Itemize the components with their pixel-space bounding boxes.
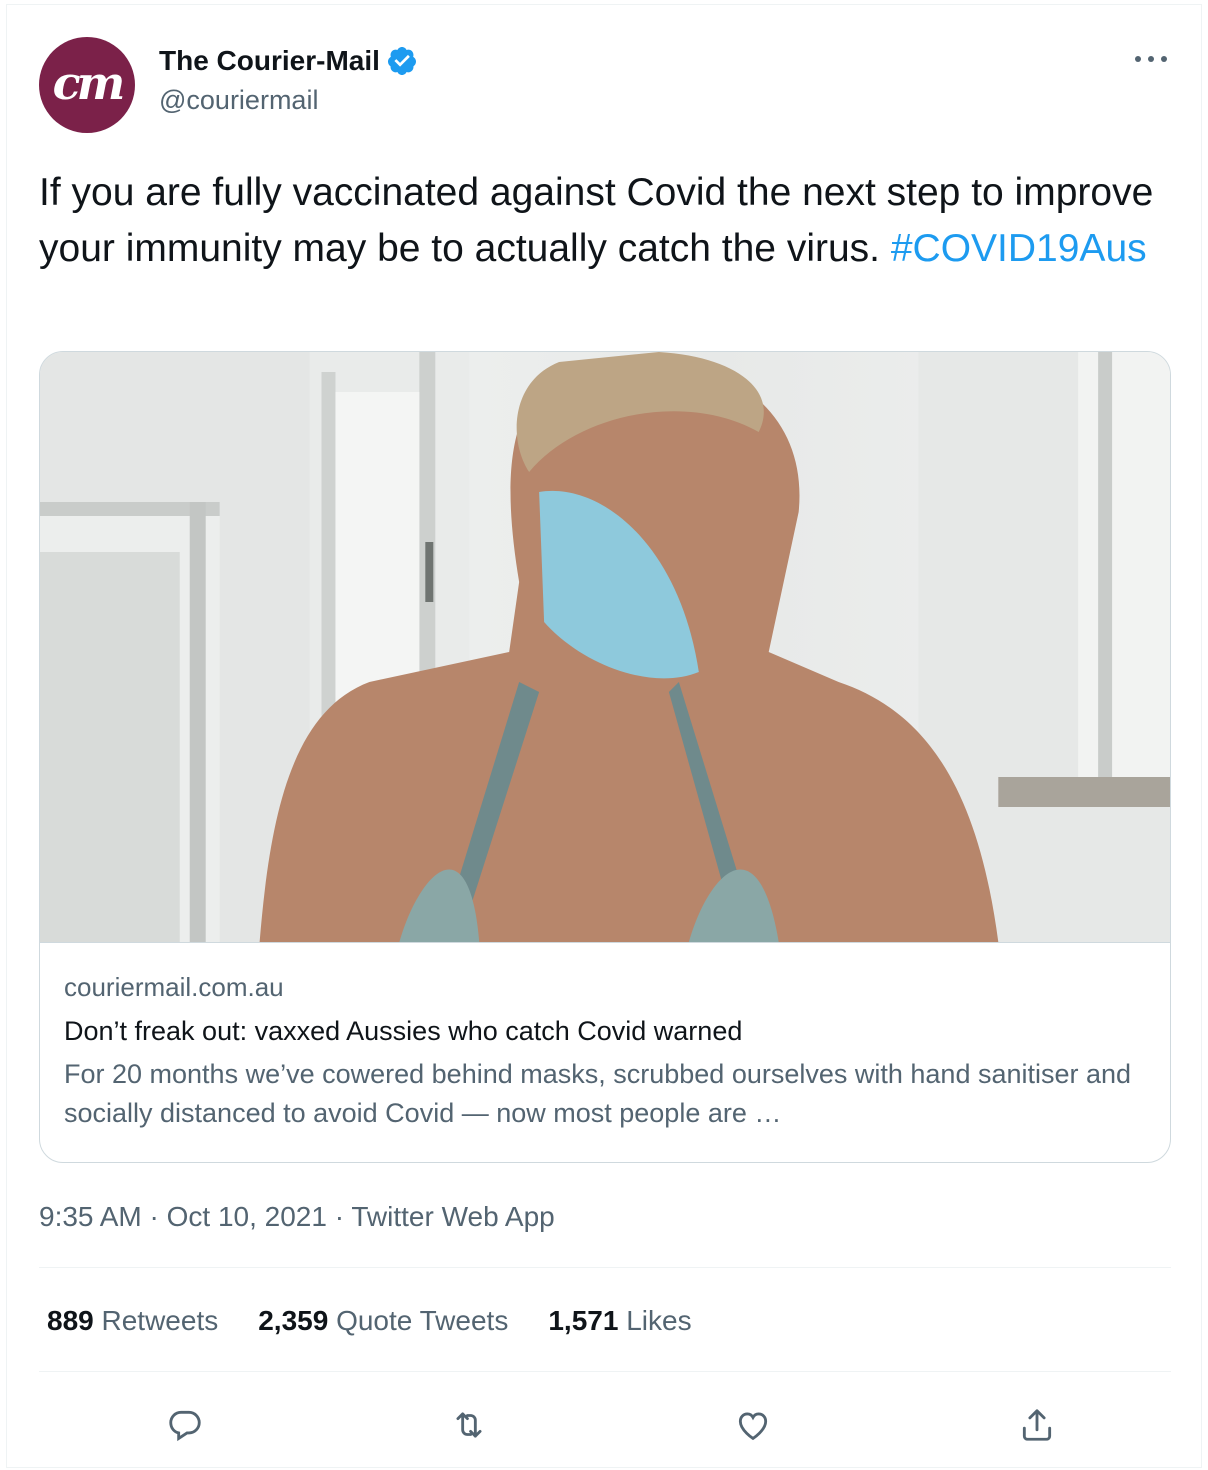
card-title: Don’t freak out: vaxxed Aussies who catc…	[64, 1016, 743, 1046]
like-button[interactable]	[731, 1403, 775, 1447]
action-bar	[39, 1403, 1171, 1453]
tweet-source[interactable]: Twitter Web App	[351, 1201, 554, 1232]
retweets-count: 889	[47, 1305, 94, 1336]
display-name[interactable]: The Courier-Mail	[159, 45, 380, 77]
card-description: For 20 months we’ve cowered behind masks…	[64, 1059, 1132, 1128]
card-domain: couriermail.com.au	[64, 972, 284, 1002]
retweets-label: Retweets	[101, 1305, 219, 1336]
hashtag-link[interactable]: #COVID19Aus	[891, 227, 1147, 270]
more-icon[interactable]	[1131, 45, 1171, 73]
quotes-count: 2,359	[258, 1305, 329, 1336]
quote-tweets-stat[interactable]: 2,359 Quote Tweets	[258, 1303, 508, 1339]
card-image[interactable]	[40, 352, 1170, 942]
likes-count: 1,571	[548, 1305, 619, 1336]
more-dot	[1161, 56, 1167, 62]
reply-button[interactable]	[163, 1403, 207, 1447]
share-icon	[1022, 1409, 1052, 1441]
share-button[interactable]	[1015, 1403, 1059, 1447]
retweet-icon	[456, 1412, 482, 1438]
avatar[interactable]: cm	[39, 37, 135, 133]
tweet-container: cm The Courier-Mail @couriermail If you …	[6, 4, 1202, 1468]
verified-badge-icon	[386, 45, 418, 77]
divider	[39, 1267, 1171, 1268]
likes-label: Likes	[626, 1305, 692, 1336]
engagement-stats: 889 Retweets 2,359 Quote Tweets 1,571 Li…	[47, 1303, 732, 1339]
more-dot	[1135, 56, 1141, 62]
likes-stat[interactable]: 1,571 Likes	[548, 1303, 691, 1339]
handle[interactable]: @couriermail	[159, 85, 318, 116]
card-photo	[40, 352, 1170, 942]
link-card[interactable]: couriermail.com.au Don’t freak out: vaxx…	[39, 351, 1171, 1163]
heart-icon	[738, 1412, 768, 1441]
tweet-date[interactable]: Oct 10, 2021	[167, 1201, 327, 1232]
divider	[39, 1371, 1171, 1372]
avatar-logo: cm	[52, 56, 126, 110]
more-dot	[1148, 56, 1154, 62]
retweet-button[interactable]	[447, 1403, 491, 1447]
tweet-time[interactable]: 9:35 AM	[39, 1201, 142, 1232]
card-body: couriermail.com.au Don’t freak out: vaxx…	[40, 943, 1170, 1133]
retweets-stat[interactable]: 889 Retweets	[47, 1303, 218, 1339]
tweet-text: If you are fully vaccinated against Covi…	[39, 165, 1189, 277]
reply-icon	[169, 1410, 201, 1442]
tweet-meta: 9:35 AM · Oct 10, 2021 · Twitter Web App	[39, 1201, 555, 1232]
quotes-label: Quote Tweets	[336, 1305, 509, 1336]
author-name-row: The Courier-Mail	[159, 43, 418, 79]
